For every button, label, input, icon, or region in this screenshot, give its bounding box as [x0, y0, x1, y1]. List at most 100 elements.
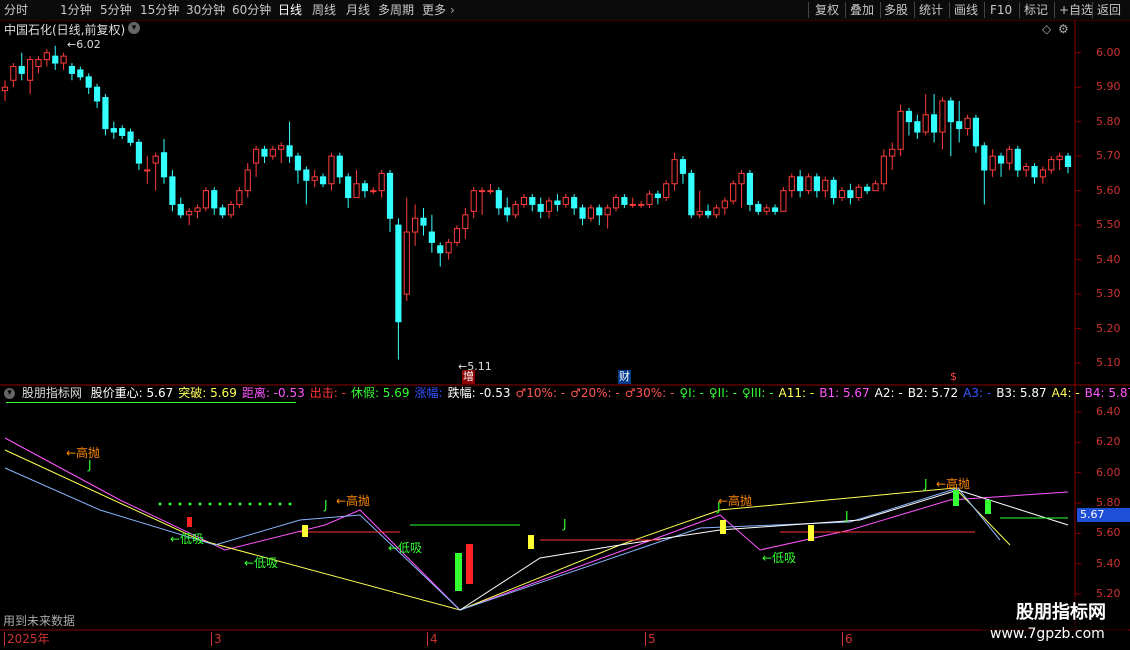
candle-body: [537, 203, 544, 212]
candle-body: [303, 169, 310, 181]
candle-body: [319, 176, 327, 185]
candle-body: [504, 207, 511, 216]
candle-body: [345, 176, 352, 199]
candle-body: [855, 186, 862, 199]
indicator-field: A3: -: [963, 386, 992, 400]
marker-zeng[interactable]: 增: [462, 370, 475, 384]
candle-body: [286, 145, 293, 157]
tab-fenshi[interactable]: 分时: [4, 2, 28, 18]
stats-button[interactable]: 统计: [919, 2, 943, 18]
tab-multi-period[interactable]: 多周期: [378, 2, 414, 18]
signal-low-buy-4: ←低吸: [762, 551, 797, 565]
signal-high-sell-4: ←高抛: [936, 477, 971, 491]
indicator-field: B1: 5.67: [819, 386, 870, 400]
marker-dollar[interactable]: $: [950, 370, 957, 384]
candle-body: [470, 190, 477, 212]
indicator-field: 休假: 5.69: [350, 386, 410, 400]
candle-body: [269, 148, 276, 157]
chevron-down-icon[interactable]: ▾: [128, 22, 140, 34]
x-axis-label-month6: 6: [842, 632, 853, 646]
mark-button[interactable]: 标记: [1024, 2, 1048, 18]
indicator-field: ♀I: -: [679, 386, 704, 400]
candle-body: [1056, 155, 1063, 161]
candle-body: [77, 69, 84, 78]
price-tick-label: 5.40: [1096, 252, 1121, 266]
candle-body: [93, 86, 101, 102]
candle-body: [554, 200, 561, 205]
indicator-field: 出击: -: [309, 386, 346, 400]
tab-more[interactable]: 更多: [422, 2, 446, 18]
candle-body: [755, 203, 762, 212]
chevron-down-icon[interactable]: ▾: [4, 388, 15, 399]
candle-body: [119, 128, 126, 136]
candle-body: [462, 214, 469, 230]
candle-body: [160, 152, 168, 178]
candle-body: [512, 203, 519, 216]
chevron-right-icon[interactable]: ›: [450, 2, 455, 18]
candle-body: [353, 183, 360, 199]
candle-body: [194, 207, 201, 212]
candle-body: [905, 110, 913, 123]
signal-j-4: J: [717, 500, 721, 514]
candle-body: [445, 241, 452, 254]
candle-body: [771, 207, 779, 212]
indicator-header: ▾ 股朋指标网 股价重心: 5.67 突破: 5.69 距离: -0.53 出击: -…: [4, 386, 1130, 400]
tab-60min[interactable]: 60分钟: [232, 2, 271, 18]
candle-body: [813, 176, 820, 192]
indicator-field: 股价重心: 5.67: [90, 386, 174, 400]
signal-j-6: J: [924, 477, 928, 491]
gear-icon[interactable]: ⚙: [1058, 22, 1069, 36]
draw-line-button[interactable]: 画线: [954, 2, 978, 18]
candle-body: [453, 228, 461, 243]
tab-monthly[interactable]: 月线: [346, 2, 370, 18]
candle-body: [545, 200, 553, 212]
candle-body: [612, 197, 620, 209]
signal-low-buy-2: ←低吸: [244, 556, 279, 570]
indicator-tick-label: 5.60: [1096, 526, 1121, 540]
indicator-field: 距离: -0.53: [241, 386, 305, 400]
candle-body: [35, 59, 42, 67]
candle-body: [261, 148, 268, 157]
candle-body: [587, 207, 595, 219]
add-watchlist-button[interactable]: +自选: [1059, 2, 1093, 18]
candle-body: [478, 190, 486, 193]
price-tick-label: 5.70: [1096, 149, 1121, 163]
tab-weekly[interactable]: 周线: [312, 2, 336, 18]
overlay-button[interactable]: 叠加: [850, 2, 874, 18]
candle-body: [152, 155, 159, 164]
fuquan-button[interactable]: 复权: [815, 2, 839, 18]
tab-daily[interactable]: 日线: [278, 2, 302, 18]
back-button[interactable]: 返回: [1097, 2, 1121, 18]
f10-button[interactable]: F10: [990, 2, 1012, 18]
diamond-icon[interactable]: ◇: [1042, 22, 1051, 36]
candle-body: [169, 176, 176, 205]
chart-canvas[interactable]: [0, 20, 1130, 650]
candle-body: [1048, 159, 1055, 171]
top-toolbar: 分时 1分钟 5分钟 15分钟 30分钟 60分钟 日线 周线 月线 多周期 更…: [0, 0, 1130, 21]
candle-body: [788, 176, 795, 192]
candle-body: [989, 155, 996, 171]
candle-body: [797, 176, 804, 192]
marker-cai[interactable]: 财: [618, 370, 631, 384]
tab-30min[interactable]: 30分钟: [186, 2, 225, 18]
candle-body: [10, 65, 17, 81]
candle-body: [294, 155, 302, 171]
candle-body: [68, 65, 76, 74]
candle-body: [85, 76, 92, 88]
candle-body: [1023, 166, 1030, 171]
candle-body: [972, 117, 980, 147]
candle-body: [211, 190, 218, 209]
candle-body: [186, 210, 193, 216]
candle-body: [688, 172, 695, 216]
tab-5min[interactable]: 5分钟: [100, 2, 132, 18]
price-tick-label: 5.50: [1096, 218, 1121, 232]
candle-body: [420, 217, 427, 226]
indicator-tick-label: 5.40: [1096, 556, 1121, 570]
candle-body: [571, 197, 578, 209]
candle-body: [629, 203, 636, 206]
tab-1min[interactable]: 1分钟: [60, 2, 92, 18]
multi-stock-button[interactable]: 多股: [884, 2, 908, 18]
tab-15min[interactable]: 15分钟: [140, 2, 179, 18]
candle-body: [52, 55, 59, 64]
candle-body: [487, 190, 494, 193]
